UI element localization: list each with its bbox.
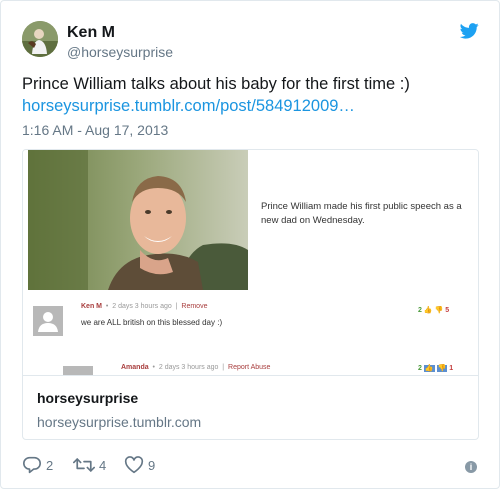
user-display-name[interactable]: Ken M bbox=[67, 24, 115, 42]
photo-caption: Prince William made his first public spe… bbox=[261, 201, 462, 226]
reply-button[interactable]: 2 bbox=[22, 456, 53, 474]
tweet-timestamp[interactable]: 1:16 AM - Aug 17, 2013 bbox=[22, 122, 168, 138]
user-avatar[interactable] bbox=[22, 21, 58, 57]
comment-item: Amanda • 2 days 3 hours ago | Report Abu… bbox=[63, 360, 473, 375]
tweet-actions: 2 4 9 bbox=[22, 456, 482, 476]
card-title[interactable]: horseysurprise bbox=[37, 390, 138, 406]
tweet-body: Prince William talks about his baby for … bbox=[22, 75, 410, 93]
info-icon[interactable]: i bbox=[465, 461, 477, 473]
avatar-photo bbox=[22, 21, 58, 57]
twitter-bird-icon[interactable] bbox=[460, 23, 479, 39]
card-domain[interactable]: horseysurprise.tumblr.com bbox=[37, 414, 201, 430]
comment-report-link: Report Abuse bbox=[228, 364, 271, 371]
commenter-avatar bbox=[63, 366, 93, 375]
comment-time: 2 days 3 hours ago bbox=[158, 364, 219, 371]
thumbs-down-icon: 👎 bbox=[436, 365, 448, 372]
comment-meta: Amanda • 2 days 3 hours ago | Report Abu… bbox=[121, 364, 271, 371]
prince-photo bbox=[28, 150, 248, 290]
card-divider bbox=[23, 375, 478, 376]
downvote-count: 1 bbox=[449, 365, 454, 372]
link-card[interactable]: Prince William made his first public spe… bbox=[22, 149, 479, 440]
comment-username: Ken M bbox=[81, 303, 102, 310]
like-button[interactable]: 9 bbox=[124, 456, 155, 474]
retweet-button[interactable]: 4 bbox=[73, 456, 106, 474]
comment-text: we are ALL british on this blessed day :… bbox=[81, 318, 223, 327]
tweet-text: Prince William talks about his baby for … bbox=[22, 73, 482, 117]
retweet-count: 4 bbox=[99, 457, 107, 473]
comment-votes: 2 👍 👎 1 bbox=[418, 364, 453, 372]
thumbs-down-icon: 👎 bbox=[434, 307, 444, 314]
heart-icon bbox=[124, 456, 144, 474]
comment-meta: Ken M • 2 days 3 hours ago | Remove bbox=[81, 303, 208, 310]
tweet-embed: Ken M @horseysurprise Prince William tal… bbox=[0, 0, 500, 489]
tweet-link[interactable]: horseysurprise.tumblr.com/post/584912009… bbox=[22, 95, 482, 117]
like-count: 9 bbox=[148, 457, 156, 473]
reply-count: 2 bbox=[46, 457, 54, 473]
comment-time: 2 days 3 hours ago bbox=[112, 303, 172, 310]
upvote-count: 2 bbox=[418, 307, 422, 314]
downvote-count: 5 bbox=[445, 307, 450, 314]
thumbs-up-icon: 👍 bbox=[423, 307, 433, 314]
comment-username: Amanda bbox=[121, 364, 149, 371]
thumbs-up-icon: 👍 bbox=[423, 365, 435, 372]
comment-votes: 2 👍 👎 5 bbox=[418, 306, 449, 314]
upvote-count: 2 bbox=[418, 365, 422, 372]
comment-item: Ken M • 2 days 3 hours ago | Remove we a… bbox=[33, 301, 473, 336]
retweet-icon bbox=[73, 458, 95, 472]
card-image: Prince William made his first public spe… bbox=[23, 150, 478, 375]
comment-remove-link: Remove bbox=[181, 303, 208, 310]
reply-icon bbox=[23, 456, 41, 474]
user-silhouette-icon bbox=[33, 306, 63, 336]
commenter-avatar bbox=[33, 306, 63, 336]
user-handle[interactable]: @horseysurprise bbox=[67, 44, 173, 60]
